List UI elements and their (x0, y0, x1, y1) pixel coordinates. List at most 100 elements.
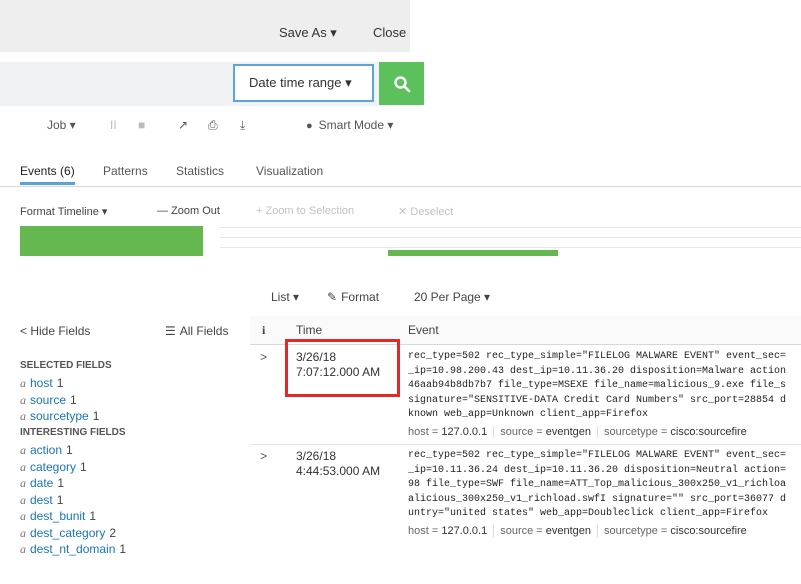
pencil-icon: ✎ (327, 290, 338, 304)
date-range-picker[interactable]: Date time range ▾ (233, 64, 374, 102)
timeline-bar[interactable] (20, 226, 203, 256)
event-metadata: host = 127.0.0.1 source = eventgen sourcet… (408, 426, 747, 439)
field-item-host[interactable]: a host 1 (20, 376, 63, 391)
sourcetype-key: sourcetype = (604, 426, 671, 438)
divider (493, 426, 495, 439)
field-name: dest_bunit (30, 509, 86, 523)
fields-sidebar: < Hide Fields ☰ All Fields SELECTED FIELD… (0, 310, 250, 584)
event-raw-line: _ip=10.11.36.24 dest_ip=10.11.36.20 disp… (408, 464, 787, 476)
event-raw-line: alicious_300x250_v1_richload.swfI signat… (408, 493, 787, 505)
search-mode-menu[interactable]: ● Smart Mode ▾ (306, 118, 393, 132)
field-count: 1 (70, 392, 77, 407)
timeline-gridline (220, 237, 801, 238)
tab-events[interactable]: Events (6) (20, 164, 75, 185)
host-value[interactable]: 127.0.0.1 (441, 525, 487, 537)
field-count: 1 (56, 376, 64, 390)
hide-fields-button[interactable]: < Hide Fields (20, 324, 90, 338)
field-item-dest_category[interactable]: a dest_category 2 (20, 526, 116, 541)
bulb-icon: ● (306, 120, 313, 132)
search-icon (393, 75, 410, 92)
zoom-to-selection-button[interactable]: + Zoom to Selection (256, 205, 354, 217)
share-icon[interactable]: ↗ (178, 118, 188, 132)
field-count: 1 (56, 492, 64, 507)
event-raw-line: 98 file_type=SWF file_name=ATT_Top_malic… (408, 479, 787, 490)
field-count: 1 (57, 476, 65, 490)
close-button[interactable]: Close (373, 25, 406, 40)
format-timeline-menu[interactable]: Format Timeline ▾ (20, 205, 107, 218)
sourcetype-key: sourcetype = (604, 525, 671, 537)
field-count: 2 (109, 525, 117, 540)
field-item-dest_bunit[interactable]: a dest_bunit 1 (20, 509, 96, 524)
all-fields-button[interactable]: ☰ All Fields (165, 324, 228, 338)
all-fields-label: All Fields (179, 324, 229, 338)
per-page-menu[interactable]: 20 Per Page ▾ (414, 290, 490, 304)
print-icon[interactable]: ⎙ (208, 118, 218, 133)
field-name: dest_category (30, 525, 106, 540)
source-value[interactable]: eventgen (546, 426, 591, 438)
field-count: 1 (66, 443, 73, 457)
field-type-icon: a (20, 459, 26, 474)
sourcetype-value[interactable]: cisco:sourcefire (670, 525, 746, 537)
zoom-out-button[interactable]: — Zoom Out (157, 205, 220, 217)
field-name: category (30, 459, 77, 474)
timeline-bar[interactable] (388, 250, 558, 256)
field-count: 1 (92, 409, 100, 423)
event-raw-line: rec_type=502 rec_type_simple="FILELOG MA… (408, 351, 787, 362)
format-button[interactable]: ✎ Format (327, 290, 379, 304)
field-count: 1 (119, 542, 127, 556)
field-name: source (30, 392, 67, 407)
field-item-source[interactable]: a source 1 (20, 393, 77, 408)
tab-statistics[interactable]: Statistics (176, 164, 224, 178)
event-raw-line: known web_app=Unknown client_app=Firefox (408, 409, 649, 420)
field-name: date (30, 476, 54, 490)
field-item-dest_nt_domain[interactable]: a dest_nt_domain 1 (20, 542, 126, 557)
field-item-category[interactable]: a category 1 (20, 460, 87, 475)
stop-icon[interactable]: ■ (138, 118, 145, 132)
tab-visualization[interactable]: Visualization (256, 164, 323, 178)
source-value[interactable]: eventgen (546, 525, 591, 537)
deselect-button[interactable]: ✕ Deselect (398, 205, 453, 218)
event-raw-line: signature="SENSITIVE-DATA Credit Card Nu… (408, 394, 787, 406)
timeline-chart[interactable] (20, 223, 801, 261)
event-row: >3/26/18 4:44:53.000 AM rec_type=502 rec_t… (250, 444, 801, 541)
expand-chevron-icon[interactable]: > (260, 350, 267, 364)
field-type-icon: a (20, 392, 26, 407)
field-type-icon: a (20, 525, 26, 540)
job-toolbar: Job ▾ II ■ ↗ ⎙ ⤓ ● Smart Mode ▾ (0, 110, 430, 142)
sourcetype-value[interactable]: cisco:sourcefire (670, 426, 746, 438)
format-label: Format (341, 290, 380, 304)
pause-icon[interactable]: II (110, 118, 117, 132)
selected-fields-heading: SELECTED FIELDS (20, 360, 112, 371)
field-name: action (30, 443, 63, 457)
field-type-icon: a (20, 476, 26, 490)
search-button[interactable] (379, 62, 424, 105)
field-type-icon: a (20, 492, 26, 507)
field-item-date[interactable]: a date 1 (20, 476, 64, 491)
field-name: sourcetype (30, 409, 89, 423)
divider (597, 525, 599, 538)
list-view-menu[interactable]: List ▾ (271, 290, 299, 304)
event-date: 3/26/18 (296, 449, 337, 463)
expand-chevron-icon[interactable]: > (260, 449, 267, 463)
field-type-icon: a (20, 376, 26, 390)
event-time[interactable]: 3/26/18 4:44:53.000 AM (296, 449, 380, 479)
event-metadata: host = 127.0.0.1 source = eventgen sourcet… (408, 525, 747, 538)
export-icon[interactable]: ⤓ (240, 118, 245, 133)
job-menu[interactable]: Job ▾ (47, 118, 76, 132)
time-column-header[interactable]: Time (296, 323, 322, 337)
host-value[interactable]: 127.0.0.1 (441, 426, 487, 438)
field-item-dest[interactable]: a dest 1 (20, 493, 63, 508)
field-type-icon: a (20, 443, 26, 457)
field-item-action[interactable]: a action 1 (20, 443, 73, 458)
host-key: host = (408, 525, 442, 537)
field-type-icon: a (20, 509, 26, 523)
divider (597, 426, 599, 439)
results-tabs: Events (6) Patterns Statistics Visualiza… (0, 158, 801, 187)
field-item-sourcetype[interactable]: a sourcetype 1 (20, 409, 99, 424)
field-name: host (30, 376, 53, 390)
source-key: source = (500, 525, 546, 537)
timeline-gridline (220, 227, 801, 228)
tab-patterns[interactable]: Patterns (103, 164, 148, 178)
save-as-button[interactable]: Save As ▾ (279, 25, 337, 41)
field-count: 1 (89, 509, 97, 523)
